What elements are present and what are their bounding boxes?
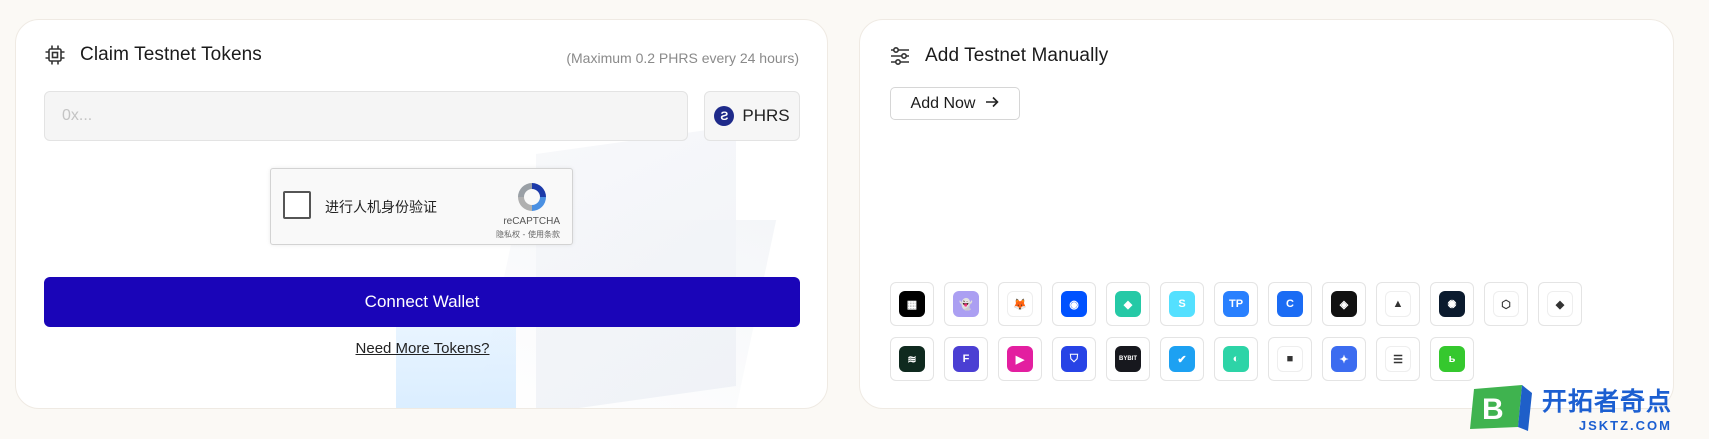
okx-wallet-icon: ▦ <box>899 291 925 317</box>
wallet-tile[interactable]: 👻 <box>944 282 988 326</box>
bitget-wallet-icon: ◆ <box>1115 291 1141 317</box>
recaptcha-widget: 进行人机身份验证 reCAPTCHA 隐私权 - 使用条款 <box>270 168 573 245</box>
recaptcha-terms-link[interactable]: 隐私权 - 使用条款 <box>496 229 560 240</box>
connect-wallet-button[interactable]: Connect Wallet <box>44 277 800 327</box>
rainbow-wallet-icon: ⬡ <box>1493 291 1519 317</box>
recaptcha-checkbox[interactable] <box>283 191 311 219</box>
wallet-address-input[interactable] <box>44 91 688 141</box>
wallet-tile[interactable]: C <box>1268 282 1312 326</box>
claim-card-header: Claim Testnet Tokens <box>44 44 262 66</box>
wallet-tile[interactable]: ь <box>1430 337 1474 381</box>
coin98-wallet-icon: ☰ <box>1385 346 1411 372</box>
recaptcha-brand: reCAPTCHA <box>503 216 560 227</box>
gate-wallet-icon: ь <box>1439 346 1465 372</box>
wallet-tile[interactable]: BYBIT <box>1106 337 1150 381</box>
add-now-label: Add Now <box>910 94 976 112</box>
add-testnet-card: Add Testnet Manually Add Now ▦ 👻 🦊 ◉ ◆ S TP C ◈ ▲… <box>859 19 1674 409</box>
site-watermark: B 开拓者奇点 JSKTZ.COM <box>1468 382 1672 433</box>
watermark-logo-icon: B <box>1468 383 1534 433</box>
wallet-tile[interactable]: ≋ <box>890 337 934 381</box>
trust-wallet-icon: ◆ <box>1547 291 1573 317</box>
wallet-tile[interactable]: ✔ <box>1160 337 1204 381</box>
claim-tokens-card: Claim Testnet Tokens (Maximum 0.2 PHRS e… <box>15 19 828 409</box>
add-now-button[interactable]: Add Now <box>890 87 1020 120</box>
add-card-title: Add Testnet Manually <box>925 45 1109 66</box>
wallet-tile[interactable]: 🦊 <box>998 282 1042 326</box>
watermark-badge-letter: B <box>1482 393 1504 426</box>
wallet-tile[interactable]: ⬡ <box>1484 282 1528 326</box>
wallet-tile[interactable]: ◉ <box>1052 282 1096 326</box>
need-more-tokens-link[interactable]: Need More Tokens? <box>16 340 827 357</box>
cake-wallet-icon: C <box>1277 291 1303 317</box>
token-symbol: PHRS <box>742 106 790 125</box>
wallet-tile[interactable]: ▶ <box>998 337 1042 381</box>
phantom-wallet-icon: 👻 <box>953 291 979 317</box>
binance-wallet-icon: ◈ <box>1331 291 1357 317</box>
wallet-tile[interactable]: ⛉ <box>1052 337 1096 381</box>
recaptcha-logo-icon <box>514 179 550 215</box>
claim-card-title: Claim Testnet Tokens <box>80 44 262 65</box>
watermark-text: 开拓者奇点 JSKTZ.COM <box>1542 382 1672 433</box>
bitkeep-wallet-icon: ✔ <box>1169 346 1195 372</box>
token-select[interactable]: Ƨ PHRS <box>704 91 800 141</box>
watermark-en: JSKTZ.COM <box>1578 418 1673 433</box>
wallet-tile[interactable]: F <box>944 337 988 381</box>
wallet-tile[interactable]: TP <box>1214 282 1258 326</box>
wallet-tile[interactable]: ▦ <box>890 282 934 326</box>
gemini-wallet-icon: ✦ <box>1331 346 1357 372</box>
watermark-cn: 开拓者奇点 <box>1542 387 1673 416</box>
wallet-tile[interactable]: ✺ <box>1430 282 1474 326</box>
bybit-wallet-icon: BYBIT <box>1115 346 1141 372</box>
wallet-tile[interactable]: ◆ <box>1538 282 1582 326</box>
phrs-token-icon: Ƨ <box>714 106 735 126</box>
wallet-tile[interactable]: ☰ <box>1376 337 1420 381</box>
wallet-tile[interactable]: ◆ <box>1106 282 1150 326</box>
add-card-header: Add Testnet Manually <box>889 45 1108 67</box>
chip-icon <box>44 44 66 66</box>
sliders-icon <box>889 45 911 67</box>
wallet-tile[interactable]: ◐ <box>1214 337 1258 381</box>
metamask-wallet-icon: 🦊 <box>1007 291 1033 317</box>
coinbase-wallet-icon: ◉ <box>1061 291 1087 317</box>
safepal-wallet-icon: ⛉ <box>1061 346 1087 372</box>
recaptcha-label: 进行人机身份验证 <box>325 200 437 216</box>
tokenpocket-wallet-icon: TP <box>1223 291 1249 317</box>
zerion-wallet-icon: ≋ <box>899 346 925 372</box>
arrow-right-icon <box>985 95 1000 113</box>
wallet-tile[interactable]: ◈ <box>1322 282 1366 326</box>
wallet-grid: ▦ 👻 🦊 ◉ ◆ S TP C ◈ ▲ ✺ ⬡ ◆ ≋ F ▶ ⛉ BYBIT ✔ ◐ ■ ✦ ☰ ь <box>890 282 1582 381</box>
wallet-tile[interactable]: ✦ <box>1322 337 1366 381</box>
claim-limit-note: (Maximum 0.2 PHRS every 24 hours) <box>566 50 799 66</box>
wallet-tile[interactable]: S <box>1160 282 1204 326</box>
imtoken-wallet-icon: ◐ <box>1223 346 1249 372</box>
wallet-tile[interactable]: ■ <box>1268 337 1312 381</box>
ledger-wallet-icon: ■ <box>1277 346 1303 372</box>
xdefi-wallet-icon: ▶ <box>1007 346 1033 372</box>
wallet-tile[interactable]: ▲ <box>1376 282 1420 326</box>
rabby-wallet-icon: ▲ <box>1385 291 1411 317</box>
sui-wallet-icon: S <box>1169 291 1195 317</box>
frontier-wallet-icon: F <box>953 346 979 372</box>
onekey-wallet-icon: ✺ <box>1439 291 1465 317</box>
